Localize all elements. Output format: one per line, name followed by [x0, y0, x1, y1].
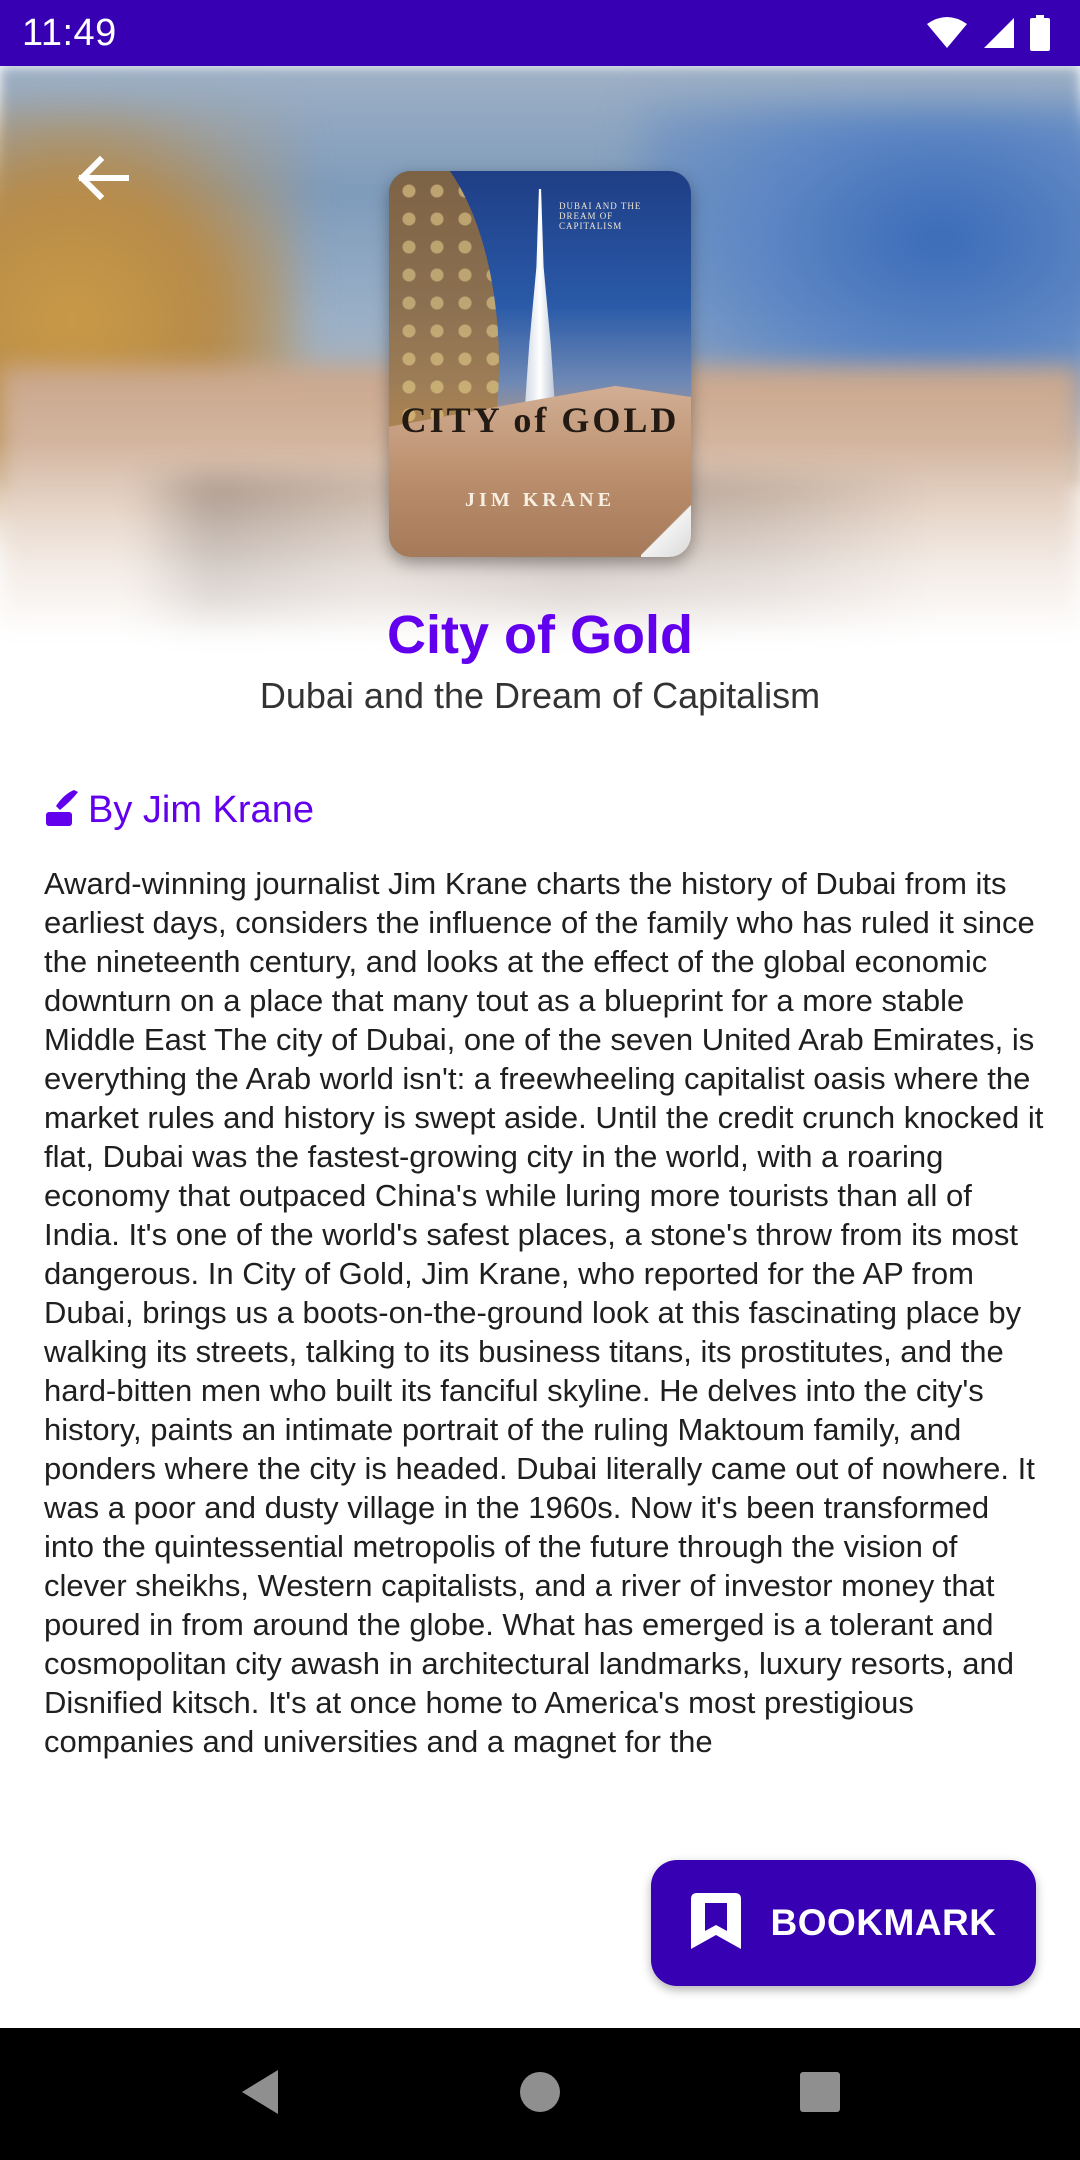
book-header: Dubai and the Dream of Capitalism CITY o… [0, 66, 1080, 750]
bookmark-button[interactable]: BOOKMARK [651, 1860, 1036, 1986]
cover-tagline: Dubai and the Dream of Capitalism [559, 201, 642, 231]
recents-square-icon [799, 2071, 841, 2118]
status-bar: 11:49 [0, 0, 1080, 66]
home-circle-icon [518, 2070, 562, 2119]
battery-icon [1030, 15, 1050, 51]
nav-recents-button[interactable] [770, 2044, 870, 2144]
system-nav-bar [0, 2028, 1080, 2160]
book-description: Award-winning journalist Jim Krane chart… [44, 866, 1044, 1759]
book-subtitle: Dubai and the Dream of Capitalism [259, 675, 821, 716]
book-cover: Dubai and the Dream of Capitalism CITY o… [389, 171, 691, 557]
bookmark-icon [690, 1892, 741, 1954]
quill-pen-icon [44, 788, 80, 833]
status-time: 11:49 [22, 11, 117, 54]
arrow-back-icon [72, 148, 132, 213]
author-row: By Jim Krane [44, 782, 314, 838]
cell-signal-icon [982, 16, 1016, 50]
back-triangle-icon [238, 2068, 282, 2121]
cover-title: CITY of GOLD [400, 400, 680, 440]
book-title: City of Gold [387, 605, 693, 665]
wifi-icon [926, 16, 968, 50]
author-name: By Jim Krane [88, 789, 314, 831]
back-button[interactable] [54, 132, 150, 228]
status-icons [926, 15, 1050, 51]
page-curl [641, 505, 691, 557]
bookmark-label: BOOKMARK [770, 1902, 997, 1943]
nav-home-button[interactable] [490, 2044, 590, 2144]
nav-back-button[interactable] [210, 2044, 310, 2144]
